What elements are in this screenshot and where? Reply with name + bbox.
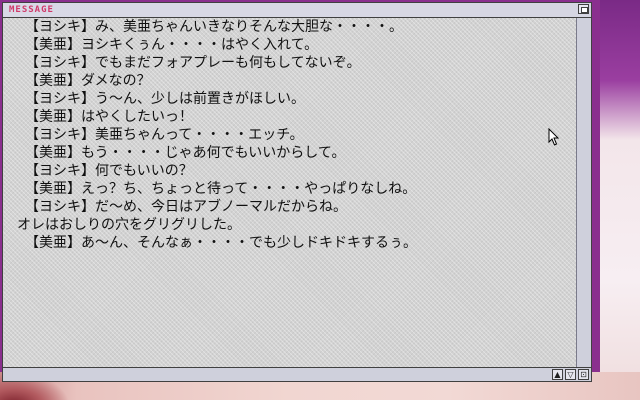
mouse-pointer-icon <box>548 128 560 146</box>
message-log: 【ヨシキ】み、美亜ちゃんいきなりそんな大胆な・・・・。 【美亜】ヨシキくぅん・・… <box>3 18 577 368</box>
message-line: 【美亜】ダメなの？ <box>25 73 151 89</box>
resize-icon[interactable]: ⊡ <box>578 369 589 380</box>
message-line: 【美亜】えっ？ち、ちょっと待って・・・・やっぱりなしね。 <box>25 181 417 197</box>
scroll-down-button[interactable]: ▽ <box>565 369 576 380</box>
message-line: オレはおしりの穴をグリグリした。 <box>17 217 241 233</box>
title-bar[interactable]: MESSAGE <box>3 3 591 18</box>
message-line: 【ヨシキ】み、美亜ちゃんいきなりそんな大胆な・・・・。 <box>25 19 403 35</box>
message-line: 【美亜】あ～ん、そんなぁ・・・・でも少しドキドキするぅ。 <box>25 235 417 251</box>
message-line: 【ヨシキ】でもまだフォアプレーも何もしてないぞ。 <box>25 55 361 71</box>
message-line: 【ヨシキ】美亜ちゃんって・・・・エッチ。 <box>25 127 304 143</box>
message-line: 【美亜】もう・・・・じゃあ何でもいいからして。 <box>25 145 346 161</box>
close-box-icon[interactable] <box>578 4 589 14</box>
message-line: 【ヨシキ】何でもいいの？ <box>25 163 193 179</box>
message-line: 【美亜】ヨシキくぅん・・・・はやく入れて。 <box>25 37 319 53</box>
scrollbar-track[interactable] <box>576 18 591 368</box>
status-bar: ▲ ▽ ⊡ <box>3 367 591 381</box>
message-line: 【ヨシキ】だ～め、今日はアブノーマルだからね。 <box>25 199 347 215</box>
window-title: MESSAGE <box>9 5 54 15</box>
message-window: MESSAGE 【ヨシキ】み、美亜ちゃんいきなりそんな大胆な・・・・。 【美亜】… <box>2 2 592 382</box>
scroll-up-button[interactable]: ▲ <box>552 369 563 380</box>
message-line: 【ヨシキ】う～ん、少しは前置きがほしい。 <box>25 91 305 107</box>
message-line: 【美亜】はやくしたいっ！ <box>25 109 193 125</box>
background-art-right <box>600 0 640 400</box>
